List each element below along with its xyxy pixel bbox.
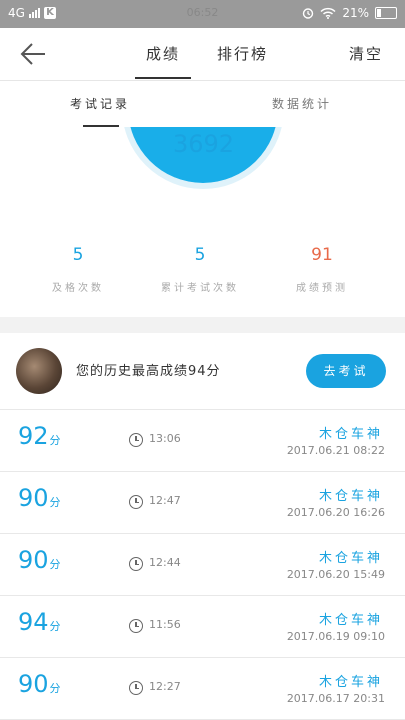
clock-icon xyxy=(129,495,143,509)
stat-value: 5 xyxy=(194,245,206,265)
stat-total-exams: 5 累计考试次数 xyxy=(145,245,255,294)
record-duration: 13:06 xyxy=(149,432,181,445)
record-date: 2017.06.20 16:26 xyxy=(286,506,385,519)
back-button[interactable] xyxy=(18,40,48,68)
record-score: 90分 xyxy=(18,670,61,698)
score-unit: 分 xyxy=(49,620,61,633)
battery-icon xyxy=(375,7,397,19)
record-name: 木仓车神 xyxy=(318,489,383,504)
stat-prediction: 91 成绩预测 xyxy=(267,245,377,294)
score-value: 90 xyxy=(18,484,49,512)
battery-percent: 21% xyxy=(342,6,369,20)
clock-icon xyxy=(129,433,143,447)
record-name: 木仓车神 xyxy=(318,675,383,690)
record-duration: 12:27 xyxy=(149,680,181,693)
sub-tab-record[interactable]: 考试记录 xyxy=(70,81,130,127)
score-value: 92 xyxy=(18,422,49,450)
record-name: 木仓车神 xyxy=(318,427,383,442)
stat-value: 91 xyxy=(311,245,333,265)
score-value: 90 xyxy=(18,670,49,698)
stat-pass-count: 5 及格次数 xyxy=(23,245,133,294)
sub-tab-stats[interactable]: 数据统计 xyxy=(272,81,332,127)
record-row[interactable]: 90分 12:27 木仓车神 2017.06.17 20:31 xyxy=(0,658,405,720)
record-score: 90分 xyxy=(18,546,61,574)
record-score: 94分 xyxy=(18,608,61,636)
back-arrow-icon xyxy=(20,43,45,65)
record-duration: 11:56 xyxy=(149,618,181,631)
record-score: 90分 xyxy=(18,484,61,512)
record-date: 2017.06.21 08:22 xyxy=(286,444,385,457)
avatar[interactable] xyxy=(16,348,62,394)
record-name: 木仓车神 xyxy=(318,613,383,628)
record-date: 2017.06.19 09:10 xyxy=(286,630,385,643)
stats-card: 3692 5 及格次数 5 累计考试次数 91 成绩预测 xyxy=(0,127,405,317)
stat-label: 累计考试次数 xyxy=(161,283,239,294)
score-unit: 分 xyxy=(49,434,61,447)
tab-score-indicator xyxy=(135,77,191,79)
tab-rank[interactable]: 排行榜 xyxy=(217,28,268,80)
wifi-icon xyxy=(320,7,336,19)
record-date: 2017.06.20 15:49 xyxy=(286,568,385,581)
score-value: 94 xyxy=(18,608,49,636)
best-score-row: 您的历史最高成绩94分 去考试 xyxy=(0,333,405,410)
score-value: 90 xyxy=(18,546,49,574)
clock-icon xyxy=(129,557,143,571)
gauge-value: 3692 xyxy=(173,130,235,158)
score-unit: 分 xyxy=(49,496,61,509)
clear-button[interactable]: 清空 xyxy=(349,28,383,80)
record-date: 2017.06.17 20:31 xyxy=(286,692,385,705)
status-bar: 4G K 06:52 21% xyxy=(0,0,405,28)
record-row[interactable]: 92分 13:06 木仓车神 2017.06.21 08:22 xyxy=(0,410,405,472)
clock-icon xyxy=(129,619,143,633)
record-list: 92分 13:06 木仓车神 2017.06.21 08:22 90分 12:4… xyxy=(0,410,405,720)
record-row[interactable]: 90分 12:47 木仓车神 2017.06.20 16:26 xyxy=(0,472,405,534)
sub-tabs: 考试记录 数据统计 xyxy=(0,81,405,128)
score-unit: 分 xyxy=(49,682,61,695)
stat-value: 5 xyxy=(72,245,84,265)
top-nav: 成绩 排行榜 清空 xyxy=(0,28,405,81)
score-unit: 分 xyxy=(49,558,61,571)
best-score-text: 您的历史最高成绩94分 xyxy=(76,364,221,379)
record-duration: 12:47 xyxy=(149,494,181,507)
clock-icon xyxy=(129,681,143,695)
tab-score[interactable]: 成绩 xyxy=(146,28,180,80)
stat-label: 成绩预测 xyxy=(296,283,348,294)
record-score: 92分 xyxy=(18,422,61,450)
record-name: 木仓车神 xyxy=(318,551,383,566)
status-right: 21% xyxy=(302,6,397,20)
go-test-button[interactable]: 去考试 xyxy=(306,354,386,388)
record-duration: 12:44 xyxy=(149,556,181,569)
stat-label: 及格次数 xyxy=(52,283,104,294)
alarm-icon xyxy=(303,8,314,19)
record-row[interactable]: 90分 12:44 木仓车神 2017.06.20 15:49 xyxy=(0,534,405,596)
record-row[interactable]: 94分 11:56 木仓车神 2017.06.19 09:10 xyxy=(0,596,405,658)
